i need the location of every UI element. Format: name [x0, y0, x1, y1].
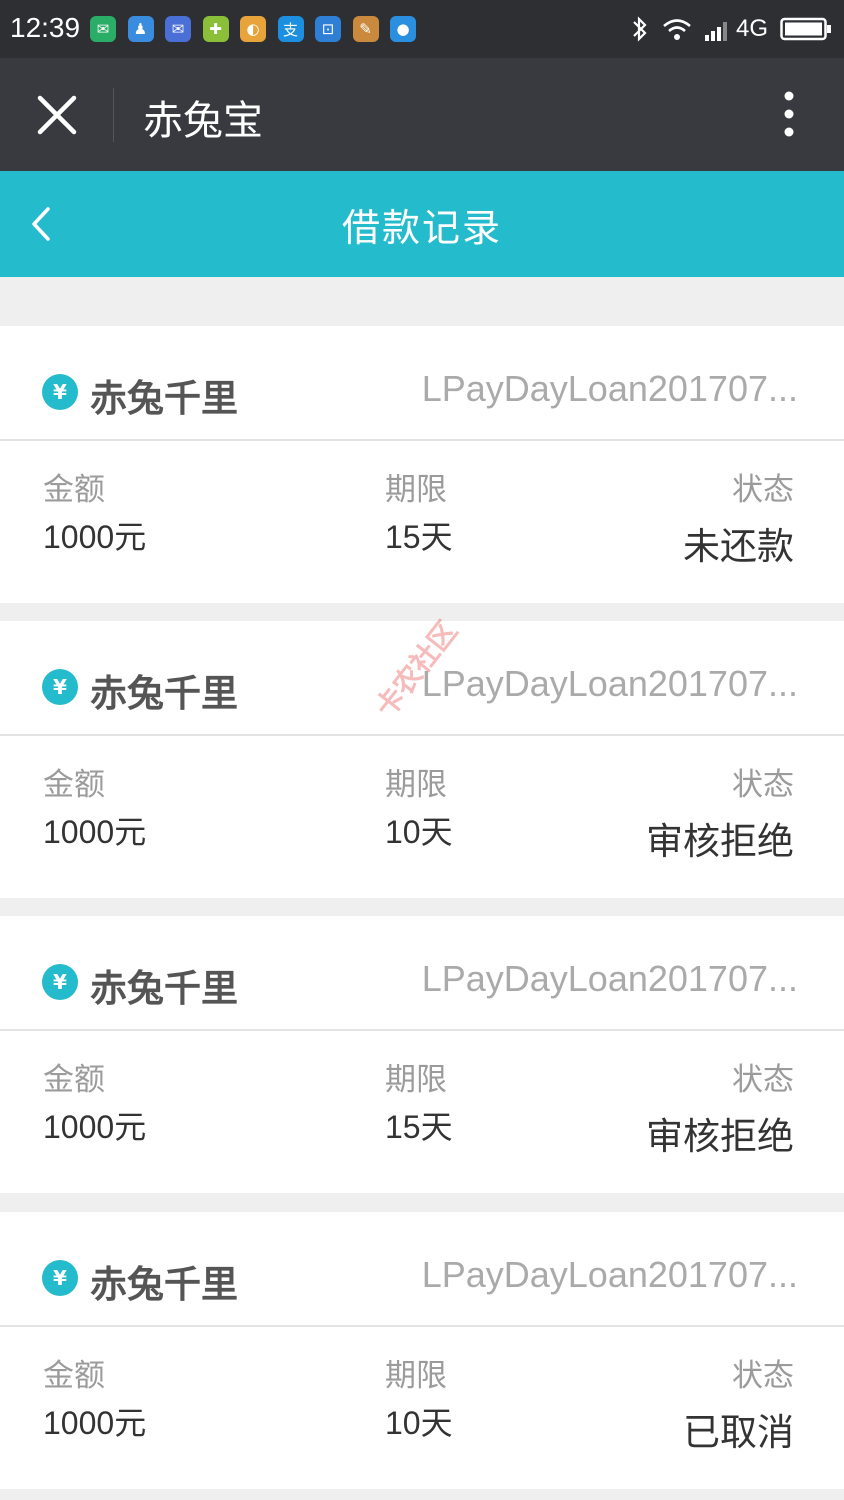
yen-icon: ¥: [42, 964, 78, 1000]
pen-app-icon: ✎: [352, 16, 379, 42]
term-value: 10天: [385, 1405, 453, 1441]
signal-icon: [704, 17, 732, 41]
card-header: ¥ 赤兔千里 LPayDayLoan201707...: [0, 916, 844, 1031]
loan-record-card[interactable]: ¥ 赤兔千里 LPayDayLoan201707... 金额 期限 状态 100…: [0, 1212, 844, 1489]
term-label: 期限: [385, 767, 447, 803]
amount-value: 1000元: [43, 1405, 147, 1441]
order-number: LPayDayLoan201707...: [421, 958, 798, 999]
wechat-title-bar: 赤兔宝: [0, 58, 844, 171]
amount-label: 金额: [43, 1358, 105, 1394]
term-label: 期限: [385, 472, 447, 508]
order-number: LPayDayLoan201707...: [421, 1254, 798, 1295]
amount-value: 1000元: [43, 519, 147, 555]
product-name: 赤兔千里: [90, 377, 238, 420]
more-button[interactable]: [774, 90, 804, 140]
status-bar: 12:39 ✉ ♟ ✉ ✚ ◐ 支 ⊡ ✎ ● 4G: [0, 0, 844, 58]
yen-icon: ¥: [42, 1260, 78, 1296]
product-name: 赤兔千里: [90, 967, 238, 1010]
status-value: 审核拒绝: [646, 1115, 794, 1158]
status-label: 状态: [732, 472, 794, 508]
product-name: 赤兔千里: [90, 672, 238, 715]
status-label: 状态: [732, 1358, 794, 1394]
status-value: 未还款: [683, 525, 794, 568]
card-header: ¥ 赤兔千里 LPayDayLoan201707...: [0, 1212, 844, 1327]
app-root: 12:39 ✉ ♟ ✉ ✚ ◐ 支 ⊡ ✎ ● 4G 赤兔宝 借款记录 ¥ 赤兔…: [0, 0, 844, 1500]
page-title: 借款记录: [341, 206, 502, 250]
battery-icon: [780, 17, 832, 41]
wechat-icon: ✉: [90, 16, 116, 42]
term-value: 15天: [385, 1109, 453, 1145]
chat-app-icon: ●: [390, 16, 416, 42]
app-title: 赤兔宝: [143, 98, 263, 144]
status-value: 审核拒绝: [646, 820, 794, 863]
close-icon: [37, 95, 77, 135]
amount-label: 金额: [43, 472, 105, 508]
term-value: 15天: [385, 519, 453, 555]
card-header: ¥ 赤兔千里 LPayDayLoan201707...: [0, 326, 844, 441]
alipay-icon: 支: [277, 16, 304, 42]
wifi-icon: [662, 17, 692, 41]
status-value: 已取消: [683, 1411, 794, 1454]
title-divider: [113, 88, 114, 142]
close-button[interactable]: [32, 90, 82, 140]
qq-icon: ♟: [127, 16, 154, 42]
amount-label: 金额: [43, 1062, 105, 1098]
network-type: 4G: [735, 15, 768, 42]
term-label: 期限: [385, 1358, 447, 1394]
term-value: 10天: [385, 814, 453, 850]
amount-value: 1000元: [43, 1109, 147, 1145]
order-number: LPayDayLoan201707...: [421, 368, 798, 409]
amount-label: 金额: [43, 767, 105, 803]
wechat-work-icon: ✉: [165, 16, 191, 42]
system-icons: 4G: [618, 12, 832, 46]
page-header: 借款记录: [0, 171, 844, 277]
term-label: 期限: [385, 1062, 447, 1098]
loan-record-card[interactable]: ¥ 赤兔千里 LPayDayLoan201707... 金额 期限 状态 100…: [0, 916, 844, 1193]
bluetooth-icon: [630, 15, 650, 43]
colorful-app-icon: ◐: [240, 16, 266, 42]
status-time: 12:39: [10, 12, 81, 43]
order-number: LPayDayLoan201707...: [421, 663, 798, 704]
more-dots-icon: [784, 91, 794, 137]
loan-record-card[interactable]: ¥ 赤兔千里 LPayDayLoan201707... 金额 期限 状态 100…: [0, 326, 844, 603]
product-name: 赤兔千里: [90, 1263, 238, 1306]
amount-value: 1000元: [43, 814, 147, 850]
scan-icon: ⊡: [315, 16, 341, 42]
yen-icon: ¥: [42, 669, 78, 705]
plus-app-icon: ✚: [202, 16, 229, 42]
yen-icon: ¥: [42, 374, 78, 410]
status-label: 状态: [732, 1062, 794, 1098]
status-label: 状态: [732, 767, 794, 803]
